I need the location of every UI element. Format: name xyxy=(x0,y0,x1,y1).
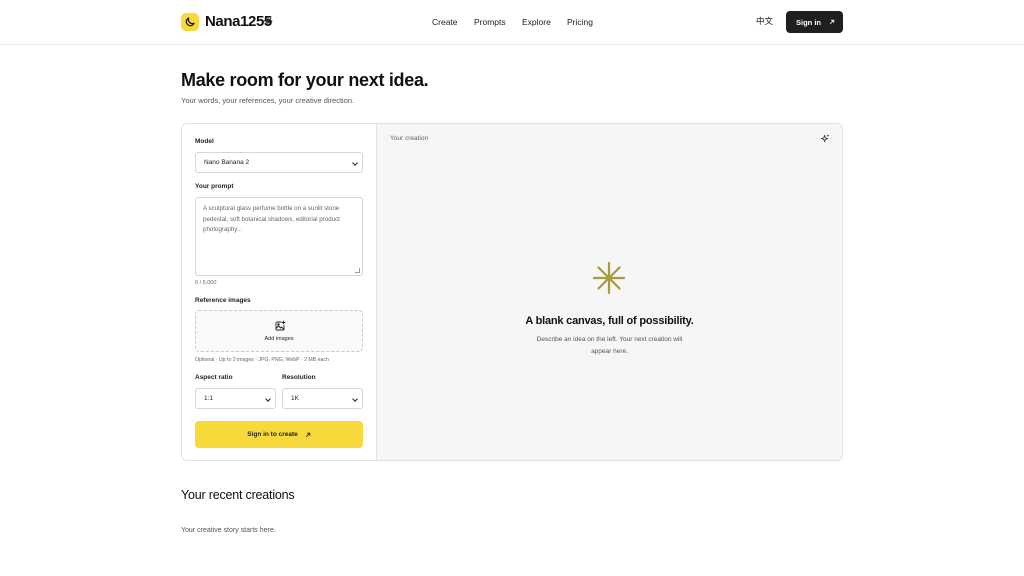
top-navbar: Nana1255 Create Prompts Explore Pricing … xyxy=(0,0,1024,45)
creation-panel: Your creation A blank canvas, full of po… xyxy=(377,124,842,460)
aspect-ratio-select[interactable]: 1:1 xyxy=(195,388,276,409)
empty-state-description: Describe an idea on the left. Your next … xyxy=(536,336,683,355)
prompt-textarea[interactable]: A sculptural glass perfume bottle on a s… xyxy=(195,197,363,276)
sign-in-to-create-button[interactable]: Sign in to create xyxy=(195,421,363,448)
page-title: Make room for your next idea. xyxy=(181,70,429,90)
sign-in-button[interactable]: Sign in xyxy=(786,11,843,33)
prompt-counter: 0 / 5,000 xyxy=(195,280,217,286)
nav-pricing[interactable]: Pricing xyxy=(567,17,593,27)
image-plus-icon xyxy=(275,320,286,331)
chevron-down-icon xyxy=(265,396,271,402)
sign-in-label: Sign in xyxy=(796,17,821,27)
recent-creations-title: Your recent creations xyxy=(181,488,295,502)
resize-handle[interactable] xyxy=(355,268,360,273)
model-value: Nano Banana 2 xyxy=(204,159,250,166)
generator-card: Model Nano Banana 2 Your prompt A sculpt… xyxy=(181,123,843,461)
sparkles-icon[interactable] xyxy=(820,134,830,144)
nav-prompts[interactable]: Prompts xyxy=(474,17,506,27)
resolution-label: Resolution xyxy=(282,374,316,381)
empty-state-title: A blank canvas, full of possibility. xyxy=(525,315,694,327)
chevron-down-icon xyxy=(352,160,358,166)
resolution-value: 1K xyxy=(291,395,299,402)
add-images-dropzone[interactable]: Add images xyxy=(195,310,363,352)
recent-creations-subtitle: Your creative story starts here. xyxy=(181,527,276,534)
model-label: Model xyxy=(195,138,214,145)
language-switch[interactable]: 中文 xyxy=(756,17,773,27)
resolution-select[interactable]: 1K xyxy=(282,388,363,409)
sparkle-icon xyxy=(263,16,273,26)
arrow-up-right-icon xyxy=(305,432,310,437)
moon-icon xyxy=(185,17,195,27)
reference-images-note: Optional · Up to 3 images · JPG, PNG, We… xyxy=(195,357,329,363)
brand-name[interactable]: Nana1255 xyxy=(205,13,272,31)
logo[interactable] xyxy=(181,13,199,31)
aspect-ratio-label: Aspect ratio xyxy=(195,374,233,381)
reference-images-label: Reference images xyxy=(195,297,251,304)
page-subtitle: Your words, your references, your creati… xyxy=(181,96,355,105)
prompt-placeholder: A sculptural glass perfume bottle on a s… xyxy=(203,205,340,234)
nav-create[interactable]: Create xyxy=(432,17,458,27)
creation-label: Your creation xyxy=(390,135,429,142)
create-button-label: Sign in to create xyxy=(247,431,298,438)
prompt-label: Your prompt xyxy=(195,183,234,190)
prompt-panel: Model Nano Banana 2 Your prompt A sculpt… xyxy=(182,124,377,460)
model-select[interactable]: Nano Banana 2 xyxy=(195,152,363,173)
nav-explore[interactable]: Explore xyxy=(522,17,551,27)
chevron-down-icon xyxy=(352,396,358,402)
asterisk-icon xyxy=(593,262,625,294)
add-images-label: Add images xyxy=(264,336,294,342)
aspect-ratio-value: 1:1 xyxy=(204,395,214,402)
arrow-up-right-icon xyxy=(829,19,835,25)
